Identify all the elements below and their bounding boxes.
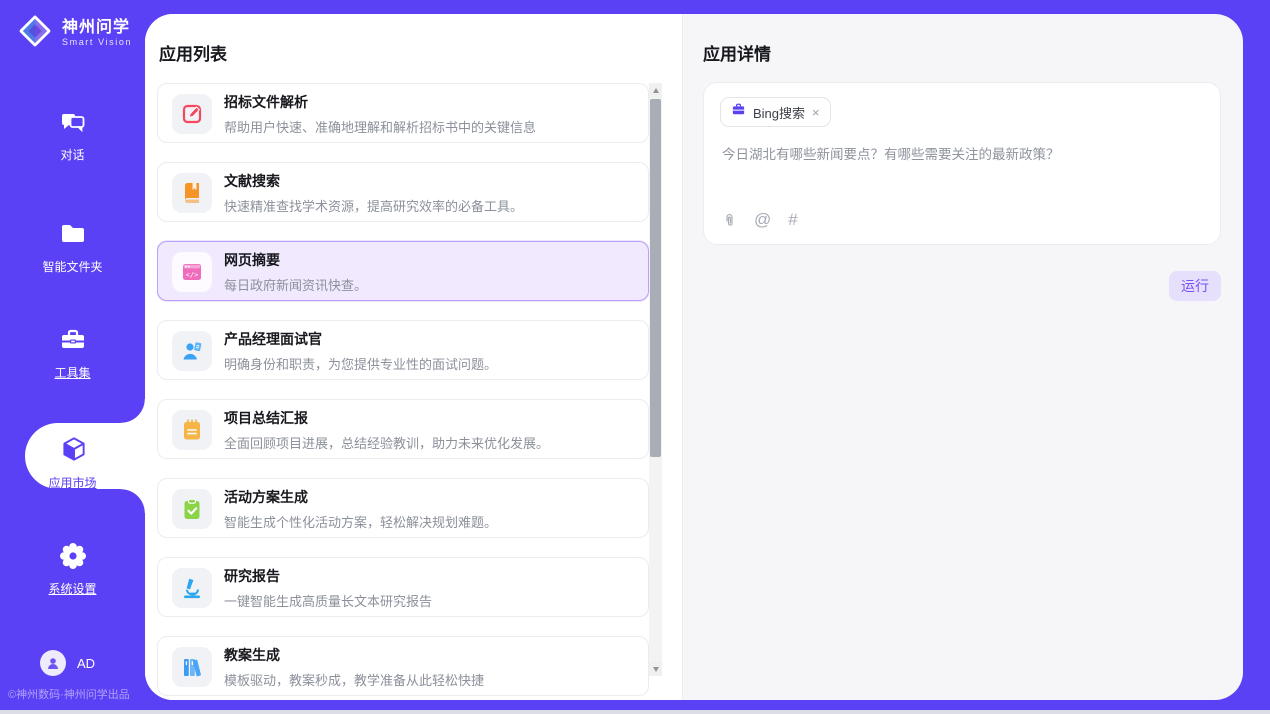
brand-name: 神州问学	[62, 19, 132, 37]
scrollbar-thumb[interactable]	[650, 99, 661, 457]
app-card[interactable]: 活动方案生成智能生成个性化活动方案，轻松解决规划难题。	[157, 478, 649, 538]
paperclip-icon[interactable]	[722, 212, 737, 229]
edit-document-icon	[172, 94, 212, 134]
tool-chip-label: Bing搜索	[753, 103, 805, 122]
app-card[interactable]: </> 网页摘要每日政府新闻资讯快查。	[157, 241, 649, 301]
app-description: 一键智能生成高质量长文本研究报告	[224, 591, 638, 610]
cube-icon	[59, 434, 87, 462]
app-description: 模板驱动，教案秒成，教学准备从此轻松快捷	[224, 670, 638, 689]
app-card[interactable]: 研究报告一键智能生成高质量长文本研究报告	[157, 557, 649, 617]
app-name: 教案生成	[224, 647, 638, 664]
app-detail-title: 应用详情	[703, 40, 771, 65]
app-card-texts: 活动方案生成智能生成个性化活动方案，轻松解决规划难题。	[224, 489, 638, 531]
copyright-footer: ©神州数码·神州问学出品	[8, 686, 130, 702]
books-icon	[172, 647, 212, 687]
webpage-code-icon: </>	[172, 252, 212, 292]
sidebar-item-folder[interactable]: 智能文件夹	[0, 220, 145, 275]
sidebar-item-label: 系统设置	[0, 580, 145, 597]
window-bottom-edge	[0, 710, 1270, 714]
attachment-toolbar: @ #	[722, 210, 798, 230]
sidebar-item-gear[interactable]: 系统设置	[0, 542, 145, 597]
sidebar-item-label: 工具集	[0, 364, 145, 381]
brand-logo: 神州问学 Smart Vision	[16, 12, 132, 55]
app-description: 智能生成个性化活动方案，轻松解决规划难题。	[224, 512, 638, 531]
sidebar-item-toolbox[interactable]: 工具集	[0, 326, 145, 381]
app-card-texts: 网页摘要每日政府新闻资讯快查。	[224, 252, 638, 294]
app-card-texts: 招标文件解析帮助用户快速、准确地理解和解析招标书中的关键信息	[224, 94, 638, 136]
sidebar-item-label: 应用市场	[0, 474, 145, 491]
app-card[interactable]: 教案生成模板驱动，教案秒成，教学准备从此轻松快捷	[157, 636, 649, 696]
app-card-texts: 文献搜索快速精准查找学术资源，提高研究效率的必备工具。	[224, 173, 638, 215]
interviewer-icon	[172, 331, 212, 371]
bubble-notch-bottom	[121, 489, 145, 513]
triangle-up-icon	[653, 88, 659, 93]
prompt-card: Bing搜索 × 今日湖北有哪些新闻要点？有哪些需要关注的最新政策？ @ #	[703, 82, 1221, 245]
toolbox-icon	[59, 326, 87, 354]
scroll-down-button[interactable]	[649, 662, 662, 676]
gear-icon	[59, 542, 87, 570]
brand-subtitle: Smart Vision	[62, 38, 132, 48]
app-name: 招标文件解析	[224, 94, 638, 111]
folder-icon	[59, 220, 87, 248]
triangle-down-icon	[653, 667, 659, 672]
app-card[interactable]: 招标文件解析帮助用户快速、准确地理解和解析招标书中的关键信息	[157, 83, 649, 143]
sidebar-item-label: 对话	[0, 146, 145, 163]
bubble-notch-top	[121, 399, 145, 423]
app-card-texts: 研究报告一键智能生成高质量长文本研究报告	[224, 568, 638, 610]
svg-text:</>: </>	[186, 270, 200, 279]
app-list: 招标文件解析帮助用户快速、准确地理解和解析招标书中的关键信息文献搜索快速精准查找…	[157, 83, 649, 700]
book-icon	[172, 173, 212, 213]
app-list-title: 应用列表	[159, 40, 227, 65]
app-description: 快速精准查找学术资源，提高研究效率的必备工具。	[224, 196, 638, 215]
clipboard-check-icon	[172, 489, 212, 529]
main-container: 应用列表 招标文件解析帮助用户快速、准确地理解和解析招标书中的关键信息文献搜索快…	[145, 14, 1243, 700]
app-description: 明确身份和职责，为您提供专业性的面试问题。	[224, 354, 638, 373]
app-detail-panel: 应用详情 Bing搜索 × 今日湖北有哪些新闻要点？有哪些需要关注的最新政策？	[684, 14, 1243, 700]
chat-icon	[59, 108, 87, 136]
app-name: 研究报告	[224, 568, 638, 585]
app-card[interactable]: 项目总结汇报全面回顾项目进展，总结经验教训，助力未来优化发展。	[157, 399, 649, 459]
scroll-up-button[interactable]	[649, 83, 662, 97]
app-list-panel: 应用列表 招标文件解析帮助用户快速、准确地理解和解析招标书中的关键信息文献搜索快…	[145, 14, 683, 700]
run-button[interactable]: 运行	[1169, 271, 1221, 301]
app-card[interactable]: 产品经理面试官明确身份和职责，为您提供专业性的面试问题。	[157, 320, 649, 380]
sidebar-item-label: 智能文件夹	[0, 258, 145, 275]
user-account[interactable]: AD	[40, 650, 95, 676]
close-icon[interactable]: ×	[812, 106, 820, 119]
app-name: 文献搜索	[224, 173, 638, 190]
app-description: 帮助用户快速、准确地理解和解析招标书中的关键信息	[224, 117, 638, 136]
hash-icon[interactable]: #	[788, 210, 797, 230]
app-card-texts: 产品经理面试官明确身份和职责，为您提供专业性的面试问题。	[224, 331, 638, 373]
gem-logo-icon	[16, 12, 54, 55]
microscope-icon	[172, 568, 212, 608]
app-name: 活动方案生成	[224, 489, 638, 506]
avatar[interactable]	[40, 650, 66, 676]
sidebar-item-chat[interactable]: 对话	[0, 108, 145, 163]
app-card-texts: 项目总结汇报全面回顾项目进展，总结经验教训，助力未来优化发展。	[224, 410, 638, 452]
app-card[interactable]: 文献搜索快速精准查找学术资源，提高研究效率的必备工具。	[157, 162, 649, 222]
app-description: 全面回顾项目进展，总结经验教训，助力未来优化发展。	[224, 433, 638, 452]
app-name: 项目总结汇报	[224, 410, 638, 427]
sidebar-item-cube[interactable]: 应用市场	[0, 434, 145, 491]
sidebar: 神州问学 Smart Vision 对话智能文件夹工具集应用市场系统设置 AD …	[0, 0, 145, 714]
app-name: 产品经理面试官	[224, 331, 638, 348]
tool-chip-bing-search[interactable]: Bing搜索 ×	[720, 97, 831, 127]
user-initials: AD	[77, 656, 95, 671]
prompt-input[interactable]: 今日湖北有哪些新闻要点？有哪些需要关注的最新政策？	[722, 145, 1202, 166]
person-icon	[45, 655, 61, 671]
scrollbar[interactable]	[649, 83, 662, 676]
mention-icon[interactable]: @	[754, 210, 771, 230]
app-description: 每日政府新闻资讯快查。	[224, 275, 638, 294]
notepad-icon	[172, 410, 212, 450]
briefcase-icon	[731, 102, 746, 122]
app-name: 网页摘要	[224, 252, 638, 269]
app-card-texts: 教案生成模板驱动，教案秒成，教学准备从此轻松快捷	[224, 647, 638, 689]
